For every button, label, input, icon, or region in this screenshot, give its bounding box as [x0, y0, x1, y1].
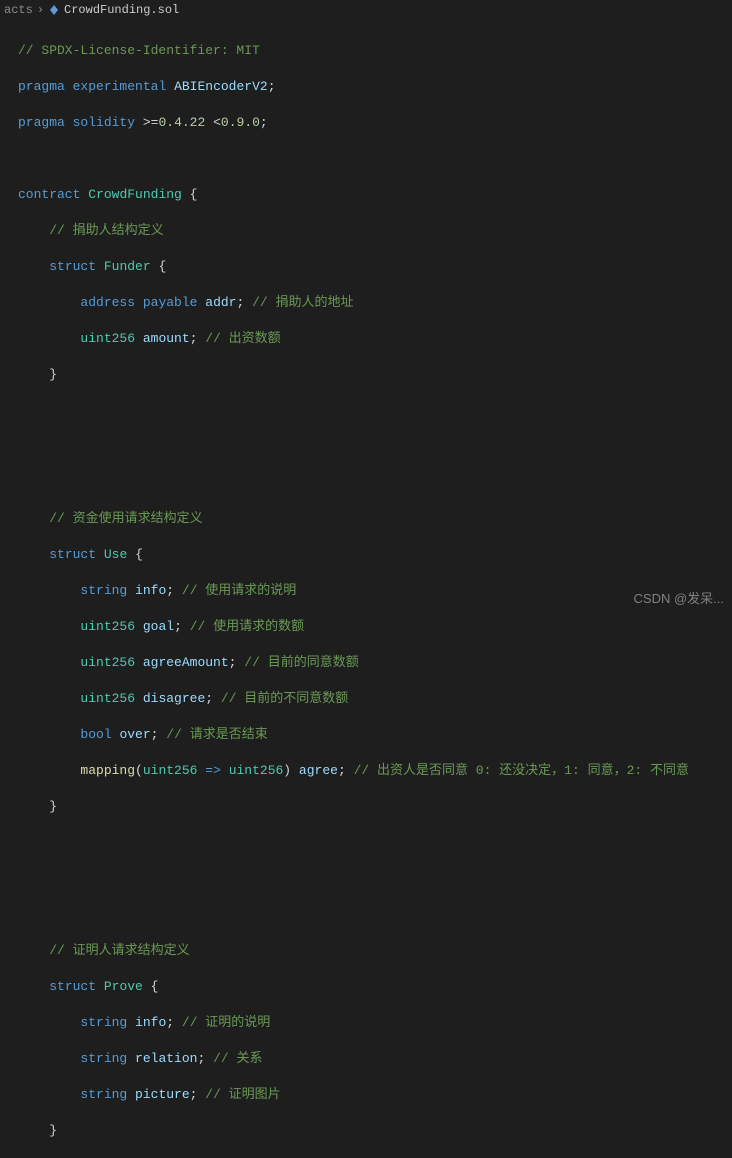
code-line — [18, 438, 732, 456]
code-line: pragma experimental ABIEncoderV2; — [18, 78, 732, 96]
code-line — [18, 906, 732, 924]
code-line: uint256 agreeAmount; // 目前的同意数额 — [18, 654, 732, 672]
code-line — [18, 150, 732, 168]
code-line: bool over; // 请求是否结束 — [18, 726, 732, 744]
code-line: uint256 disagree; // 目前的不同意数额 — [18, 690, 732, 708]
code-line: string picture; // 证明图片 — [18, 1086, 732, 1104]
code-line: // 证明人请求结构定义 — [18, 942, 732, 960]
breadcrumb-file[interactable]: CrowdFunding.sol — [64, 3, 179, 17]
code-line: string info; // 证明的说明 — [18, 1014, 732, 1032]
code-line: struct Prove { — [18, 978, 732, 996]
code-line: address payable addr; // 捐助人的地址 — [18, 294, 732, 312]
code-editor[interactable]: // SPDX-License-Identifier: MIT pragma e… — [0, 20, 732, 1158]
code-line: string info; // 使用请求的说明 — [18, 582, 732, 600]
breadcrumb: acts › CrowdFunding.sol — [0, 0, 732, 20]
watermark: CSDN @发呆... — [634, 588, 724, 607]
code-line — [18, 870, 732, 888]
code-line: uint256 goal; // 使用请求的数额 — [18, 618, 732, 636]
code-line — [18, 402, 732, 420]
chevron-right-icon: › — [37, 3, 44, 17]
code-line: pragma solidity >=0.4.22 <0.9.0; — [18, 114, 732, 132]
code-line: // SPDX-License-Identifier: MIT — [18, 42, 732, 60]
code-line: mapping(uint256 => uint256) agree; // 出资… — [18, 762, 732, 780]
code-line — [18, 834, 732, 852]
code-line: // 捐助人结构定义 — [18, 222, 732, 240]
code-line: struct Use { — [18, 546, 732, 564]
code-line: } — [18, 798, 732, 816]
code-line: // 资金使用请求结构定义 — [18, 510, 732, 528]
breadcrumb-folder[interactable]: acts — [4, 3, 33, 17]
code-line: contract CrowdFunding { — [18, 186, 732, 204]
code-line — [18, 474, 732, 492]
code-line: uint256 amount; // 出资数额 — [18, 330, 732, 348]
code-line: } — [18, 1122, 732, 1140]
code-line: struct Funder { — [18, 258, 732, 276]
code-line: string relation; // 关系 — [18, 1050, 732, 1068]
solidity-file-icon — [48, 4, 60, 16]
code-line: } — [18, 366, 732, 384]
